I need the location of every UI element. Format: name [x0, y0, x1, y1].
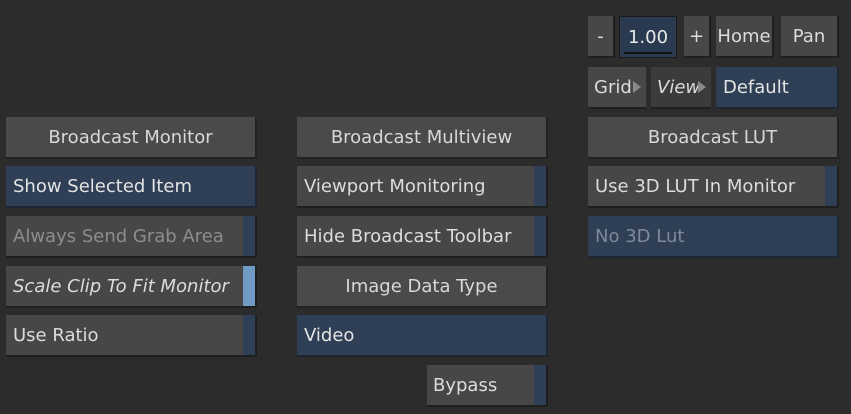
always-send-grab-area-toggle[interactable]: Always Send Grab Area	[6, 216, 257, 258]
viewport-monitoring-indicator	[534, 166, 546, 206]
zoom-value-field[interactable]: 1.00	[619, 16, 677, 58]
hide-broadcast-toolbar-indicator	[534, 216, 546, 256]
broadcast-lut-header: Broadcast LUT	[588, 117, 839, 159]
use-3d-lut-toggle[interactable]: Use 3D LUT In Monitor	[588, 166, 839, 208]
use-3d-lut-label: Use 3D LUT In Monitor	[595, 175, 796, 197]
grid-label: Grid	[594, 76, 632, 98]
zoom-plus-button[interactable]: +	[684, 16, 711, 58]
zoom-value: 1.00	[627, 26, 669, 48]
broadcast-monitor-header: Broadcast Monitor	[6, 117, 257, 159]
view-label: View	[657, 76, 701, 98]
hide-broadcast-toolbar-label: Hide Broadcast Toolbar	[304, 225, 512, 247]
zoom-minus-button[interactable]: -	[588, 16, 615, 58]
view-menu-button[interactable]: View	[651, 67, 711, 109]
view-arrow-icon	[698, 81, 706, 93]
image-data-type-dropdown[interactable]: Video	[297, 315, 548, 357]
zoom-field-underline	[624, 52, 672, 54]
bypass-label: Bypass	[433, 374, 498, 396]
use-ratio-toggle[interactable]: Use Ratio	[6, 315, 257, 357]
grid-menu-button[interactable]: Grid	[588, 67, 646, 109]
broadcast-multiview-header: Broadcast Multiview	[297, 117, 548, 159]
grid-arrow-icon	[633, 81, 641, 93]
use-3d-lut-indicator	[825, 166, 837, 206]
image-data-type-header: Image Data Type	[297, 266, 548, 308]
scale-clip-to-fit-indicator	[243, 266, 255, 306]
pan-button[interactable]: Pan	[781, 16, 839, 58]
home-button[interactable]: Home	[716, 16, 774, 58]
scale-clip-to-fit-toggle[interactable]: Scale Clip To Fit Monitor	[6, 266, 257, 308]
always-send-grab-area-indicator	[243, 216, 255, 256]
bypass-toggle[interactable]: Bypass	[427, 365, 548, 407]
hide-broadcast-toolbar-toggle[interactable]: Hide Broadcast Toolbar	[297, 216, 548, 258]
viewport-monitoring-toggle[interactable]: Viewport Monitoring	[297, 166, 548, 208]
use-ratio-label: Use Ratio	[13, 324, 99, 346]
view-mode-field[interactable]: Default	[716, 67, 839, 109]
show-selected-item-dropdown[interactable]: Show Selected Item	[6, 166, 257, 208]
always-send-grab-area-label: Always Send Grab Area	[13, 225, 224, 247]
bypass-indicator	[534, 365, 546, 405]
viewport-monitoring-label: Viewport Monitoring	[304, 175, 486, 197]
lut-selection-dropdown[interactable]: No 3D Lut	[588, 216, 839, 258]
use-ratio-indicator	[243, 315, 255, 355]
scale-clip-to-fit-label: Scale Clip To Fit Monitor	[13, 275, 229, 297]
